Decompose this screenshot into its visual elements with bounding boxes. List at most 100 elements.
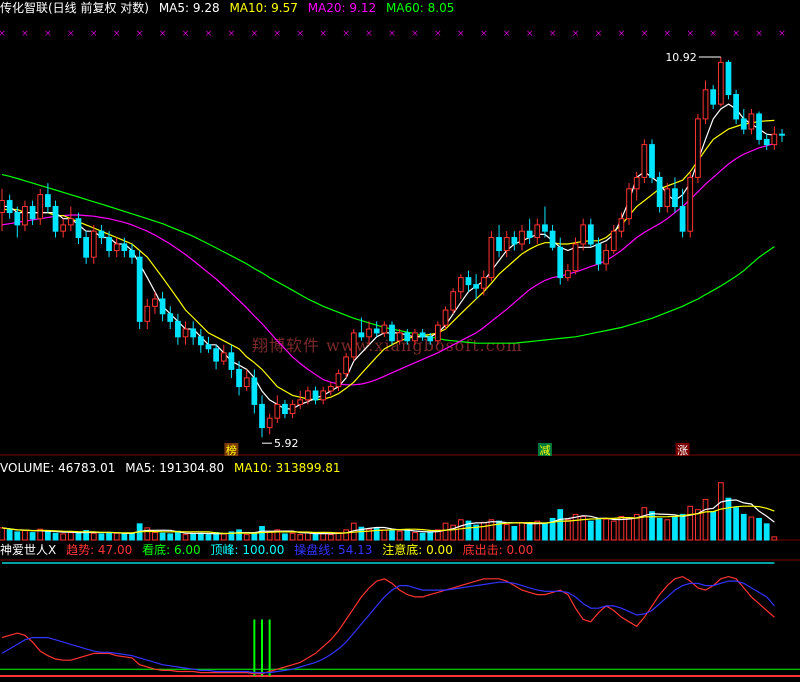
top-marker-glyph: × <box>319 29 327 39</box>
candle-body <box>29 206 36 220</box>
candle-body <box>633 176 640 190</box>
volume-bar <box>641 507 648 541</box>
candle-body <box>664 188 671 208</box>
chart-canvas: × × × × × × × × × × × × × × × × × × × × × × × × × × × × × × × × × × × 10.92… <box>0 29 800 677</box>
top-marker-glyph: × <box>274 29 282 39</box>
volume-bar <box>90 532 97 541</box>
candle-body <box>205 344 212 350</box>
volume-bar <box>312 533 319 541</box>
candle-body <box>618 218 625 232</box>
candle-body <box>717 61 724 105</box>
candle-body <box>404 332 411 342</box>
indicator-line-趋势 <box>1 575 775 675</box>
top-marker-glyph: × <box>67 29 75 39</box>
ma5-line <box>2 103 775 410</box>
candle-body <box>710 89 717 105</box>
candle-body <box>641 144 648 178</box>
candle-body <box>14 212 21 226</box>
volume-bar <box>6 529 13 541</box>
candle-body <box>236 368 242 388</box>
volume-bar <box>480 521 487 541</box>
volume-bar <box>14 531 21 541</box>
top-marker-glyph: × <box>457 29 465 39</box>
candle-body <box>526 230 533 239</box>
volume-bar <box>725 497 732 541</box>
candle-body <box>679 206 686 232</box>
volume-bar <box>626 517 632 541</box>
top-marker-glyph: × <box>296 29 304 39</box>
marker-label-1: 减 <box>539 444 550 457</box>
candle-body <box>6 200 13 214</box>
candle-body <box>37 194 44 220</box>
top-marker-glyph: × <box>503 29 511 39</box>
volume-bar <box>404 530 411 541</box>
volume-bar <box>656 517 663 541</box>
candle-body <box>557 246 564 279</box>
candle-body <box>725 61 732 96</box>
top-marker-glyph: × <box>182 29 190 39</box>
volume-bar <box>763 523 770 541</box>
volume-bar <box>182 534 189 541</box>
volume-bar <box>52 532 59 541</box>
volume-bar <box>205 534 212 541</box>
top-marker-glyph: × <box>90 29 98 39</box>
candle-body <box>603 250 609 265</box>
volume-bar <box>572 513 579 541</box>
candle-body <box>289 403 296 415</box>
volume-bar <box>603 518 609 541</box>
top-marker-glyph: × <box>228 29 236 39</box>
candle-body <box>503 237 510 252</box>
volume-bar <box>587 520 594 541</box>
volume-bar <box>733 507 739 541</box>
volume-bar <box>457 519 464 541</box>
candle-body <box>595 243 602 265</box>
top-marker-glyph: × <box>641 29 649 39</box>
candle-body <box>327 386 334 392</box>
candle-body <box>121 243 128 252</box>
volume-bar <box>159 532 166 541</box>
candle-body <box>106 237 112 252</box>
volume-bar <box>710 511 717 541</box>
top-marker-glyph: × <box>778 29 786 39</box>
candle-body <box>350 332 357 358</box>
candle-body <box>312 390 319 401</box>
volume-bar <box>412 532 418 541</box>
candle-body <box>144 305 151 322</box>
top-marker-glyph: × <box>159 29 167 39</box>
candle-body <box>389 324 395 342</box>
candle-body <box>190 328 197 338</box>
candle-body <box>98 230 105 239</box>
top-marker-glyph: × <box>205 29 213 39</box>
marker-label-2: 涨 <box>677 444 688 457</box>
high-label: 10.92 <box>665 51 697 64</box>
volume-bar <box>419 532 426 541</box>
top-marker-glyph: × <box>709 29 717 39</box>
volume-bar <box>771 536 778 541</box>
volume-bar <box>29 532 36 541</box>
candle-body <box>52 206 59 232</box>
volume-bar <box>756 517 762 541</box>
indicator-line-操盘线 <box>1 580 775 674</box>
volume-bar <box>503 524 510 541</box>
volume-bar <box>152 532 158 541</box>
volume-bar <box>702 499 709 541</box>
top-marker-glyph: × <box>686 29 694 39</box>
candle-body <box>488 237 495 279</box>
volume-bar <box>121 533 128 541</box>
candle-body <box>167 313 174 322</box>
volume-bar <box>220 533 227 541</box>
volume-bar <box>0 527 5 541</box>
volume-bar <box>113 532 120 541</box>
top-marker-glyph: × <box>480 29 488 39</box>
top-marker-glyph: × <box>755 29 763 39</box>
candle-body <box>228 352 235 370</box>
volume-bar <box>664 519 671 541</box>
candle-body <box>687 176 694 232</box>
volume-bar <box>427 531 434 541</box>
volume-bar <box>98 533 105 541</box>
volume-bar <box>649 511 655 541</box>
candle-body <box>297 399 304 405</box>
candle-body <box>748 113 755 130</box>
candle-body <box>373 328 380 334</box>
top-marker-glyph: × <box>0 29 6 39</box>
